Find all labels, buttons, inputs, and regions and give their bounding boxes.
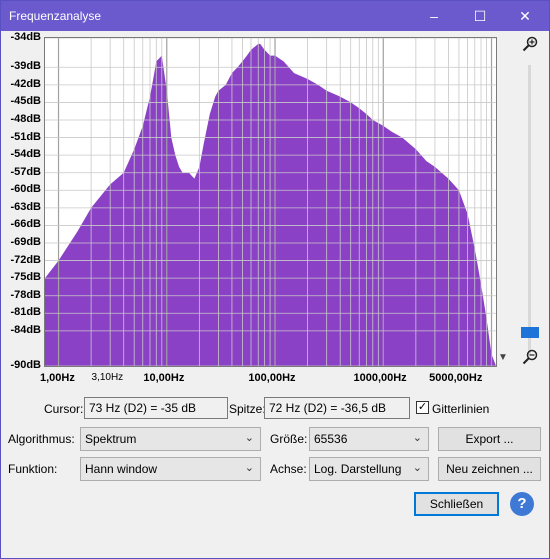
y-tick-label: -54dB (10, 148, 41, 161)
y-tick-label: -34dB (10, 31, 41, 43)
zoom-in-icon[interactable] (522, 36, 538, 52)
function-select[interactable]: Hann window ⌄ (80, 457, 261, 481)
y-tick-label: -45dB (10, 95, 41, 108)
axis-label: Achse: (270, 462, 307, 476)
chevron-down-icon: ⌄ (244, 462, 254, 474)
zoom-controls (518, 33, 546, 368)
y-tick-label: -72dB (10, 253, 41, 266)
y-tick-label: -48dB (10, 113, 41, 125)
minimize-button[interactable]: – (411, 1, 457, 31)
y-tick-label: -66dB (10, 218, 41, 231)
y-axis: -34dB -39dB -42dB -45dB -48dB -51dB -54dB -57dB… (0, 31, 44, 371)
zoom-slider-thumb[interactable] (521, 327, 539, 339)
y-tick-label: -57dB (10, 165, 41, 178)
axis-value: Log. Darstellung (314, 462, 402, 476)
help-icon[interactable]: ? (510, 492, 534, 516)
title-bar: Frequenzanalyse – ☐ ✕ (1, 1, 549, 31)
spectrum-svg (45, 38, 496, 366)
y-tick-label: -75dB (10, 271, 41, 284)
close-window-button[interactable]: ✕ (502, 1, 548, 31)
y-tick-label: -51dB (10, 130, 41, 143)
redraw-button[interactable]: Neu zeichnen ... (438, 457, 541, 481)
peak-field: 72 Hz (D2) = -36,5 dB (264, 397, 410, 419)
maximize-button[interactable]: ☐ (457, 1, 503, 31)
y-tick-label: -39dB (10, 60, 41, 73)
function-label: Funktion: (8, 462, 58, 476)
y-tick-label: -81dB (10, 306, 41, 319)
algorithm-label: Algorithmus: (8, 432, 75, 446)
spectrum-area (45, 43, 496, 366)
function-value: Hann window (85, 462, 158, 476)
y-tick-label: -63dB (10, 200, 41, 213)
size-select[interactable]: 65536 ⌄ (309, 427, 429, 451)
window-title: Frequenzanalyse (9, 9, 102, 23)
y-tick-label: -60dB (10, 183, 41, 196)
x-tick-label: 1,00Hz (40, 372, 75, 384)
x-tick-label: 10,00Hz (143, 372, 185, 384)
spectrum-plot[interactable] (44, 37, 497, 367)
chevron-down-icon: ⌄ (244, 432, 254, 444)
x-tick-label: 3,10Hz (91, 372, 124, 383)
y-tick-label: -84dB (10, 323, 41, 336)
zoom-out-icon[interactable] (522, 349, 538, 365)
scroll-down-arrow-icon[interactable]: ▼ (498, 352, 508, 363)
peak-label: Spitze: (229, 402, 266, 416)
size-value: 65536 (314, 432, 348, 446)
size-label: Größe: (270, 432, 308, 446)
x-tick-label: 5000,00Hz (429, 372, 483, 384)
x-axis: 1,00Hz 3,10Hz 10,00Hz 100,00Hz 1000,00Hz 5000… (40, 368, 495, 390)
algorithm-select[interactable]: Spektrum ⌄ (80, 427, 261, 451)
y-tick-label: -42dB (10, 77, 41, 90)
cursor-field: 73 Hz (D2) = -35 dB (84, 397, 228, 419)
cursor-label: Cursor: (44, 402, 84, 416)
gridlines-checkbox[interactable]: ✓ (416, 401, 429, 414)
x-tick-label: 1000,00Hz (353, 372, 407, 384)
close-button[interactable]: Schließen (414, 492, 499, 516)
x-tick-label: 100,00Hz (248, 372, 296, 384)
y-tick-label: -78dB (10, 288, 41, 301)
axis-select[interactable]: Log. Darstellung ⌄ (309, 457, 429, 481)
zoom-slider-track[interactable] (528, 65, 531, 355)
export-button[interactable]: Export ... (438, 427, 541, 451)
y-tick-label: -69dB (10, 236, 41, 248)
y-tick-label: -90dB (10, 359, 41, 371)
chevron-down-icon: ⌄ (412, 432, 422, 444)
algorithm-value: Spektrum (85, 432, 137, 446)
chevron-down-icon: ⌄ (412, 462, 422, 474)
gridlines-label: Gitterlinien (432, 402, 490, 416)
